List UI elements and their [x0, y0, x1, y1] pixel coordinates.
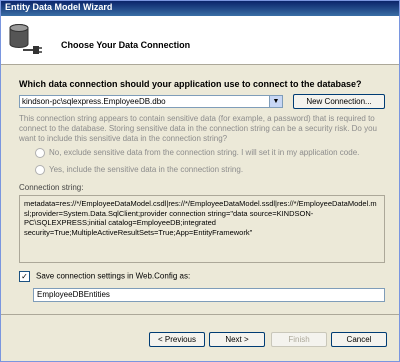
radio-include-sensitive[interactable]: Yes, include the sensitive data in the c… [35, 165, 243, 175]
cancel-button[interactable]: Cancel [331, 332, 387, 347]
bottom-divider [1, 314, 399, 315]
connection-question: Which data connection should your applic… [19, 79, 362, 89]
connection-dropdown[interactable]: kindson-pc\sqlexpress.EmployeeDB.dbo ▼ [19, 95, 283, 108]
next-button[interactable]: Next > [209, 332, 265, 347]
radio-circle-icon [35, 148, 45, 158]
connection-string-label: Connection string: [19, 183, 84, 192]
radio-exclude-label: No, exclude sensitive data from the conn… [49, 148, 360, 158]
new-connection-button[interactable]: New Connection... [293, 94, 385, 109]
wizard-header: Choose Your Data Connection [1, 16, 399, 65]
title-bar[interactable]: Entity Data Model Wizard [1, 1, 399, 16]
radio-circle-icon [35, 165, 45, 175]
database-plug-icon [9, 24, 42, 54]
chevron-down-icon[interactable]: ▼ [269, 96, 282, 107]
wizard-window: Entity Data Model Wizard Choose Your Dat… [0, 0, 400, 362]
previous-button[interactable]: < Previous [149, 332, 205, 347]
checkmark-icon: ✓ [19, 271, 30, 282]
page-heading: Choose Your Data Connection [61, 40, 191, 50]
finish-button[interactable]: Finish [271, 332, 327, 347]
save-settings-label: Save connection settings in Web.Config a… [36, 271, 191, 281]
save-settings-checkbox[interactable]: ✓ Save connection settings in Web.Config … [19, 271, 190, 282]
connection-dropdown-value: kindson-pc\sqlexpress.EmployeeDB.dbo [22, 97, 166, 106]
window-title: Entity Data Model Wizard [5, 2, 113, 12]
connection-string-box[interactable]: metadata=res://*/EmployeeDataModel.csdl|… [19, 195, 385, 263]
radio-exclude-sensitive[interactable]: No, exclude sensitive data from the conn… [35, 148, 359, 158]
radio-include-label: Yes, include the sensitive data in the c… [49, 165, 244, 175]
sensitive-data-warning: This connection string appears to contai… [19, 114, 377, 143]
entities-name-field[interactable]: EmployeeDBEntities [33, 288, 385, 302]
